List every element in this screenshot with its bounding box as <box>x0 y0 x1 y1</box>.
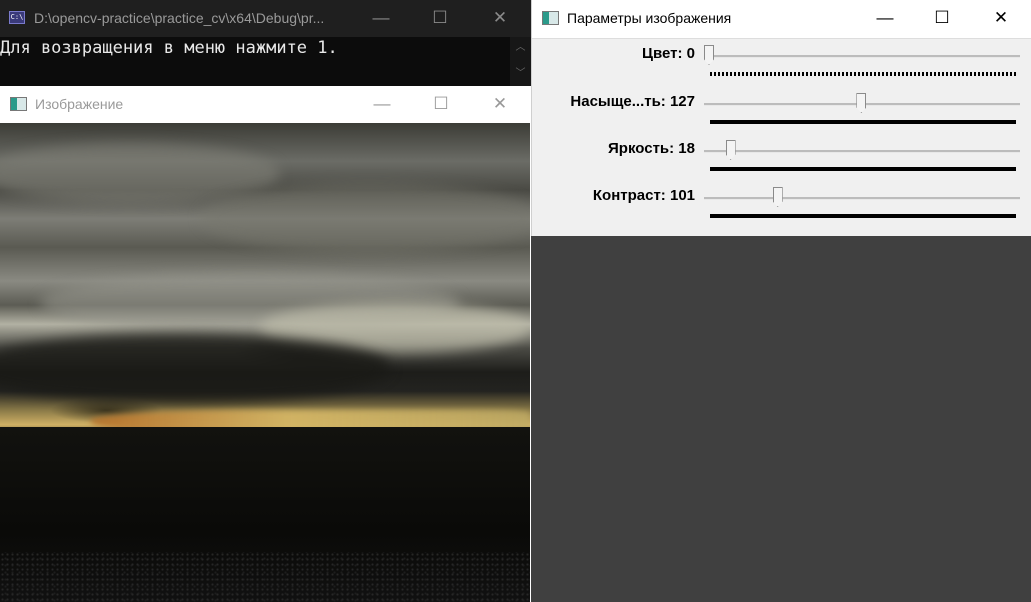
minimize-button[interactable]: — <box>372 94 392 114</box>
trackbar-label: Яркость: 18 <box>608 140 695 157</box>
opencv-window-icon <box>542 11 559 25</box>
cloud-shape <box>0 143 280 203</box>
trackbar-saturation[interactable]: Насыще...ть: 127 <box>532 86 1031 132</box>
trackbar-track[interactable] <box>704 150 1020 153</box>
trackbar-label: Насыще...ть: 127 <box>570 93 695 110</box>
image-window[interactable]: Изображение — ☐ ✕ <box>0 86 531 602</box>
trackbar-hue[interactable]: Цвет: 0 <box>532 38 1031 84</box>
trackbar-track[interactable] <box>704 55 1020 58</box>
params-window-title: Параметры изображения <box>567 10 732 26</box>
params-window[interactable]: Параметры изображения — ☐ ✕ Цвет: 0 Насы… <box>531 0 1031 236</box>
close-button[interactable]: ✕ <box>490 94 510 114</box>
scroll-up-icon[interactable]: ︿ <box>510 41 531 55</box>
close-button[interactable]: ✕ <box>490 8 510 28</box>
maximize-button[interactable]: ☐ <box>932 8 952 28</box>
trackbar-ticks <box>710 120 1016 124</box>
image-window-titlebar[interactable]: Изображение — ☐ ✕ <box>0 86 531 123</box>
image-window-title: Изображение <box>35 96 124 112</box>
trackbar-label: Контраст: 101 <box>592 187 695 204</box>
console-titlebar[interactable]: C:\ D:\opencv-practice\practice_cv\x64\D… <box>0 0 531 37</box>
trackbar-ticks <box>710 167 1016 171</box>
trackbar-label: Цвет: 0 <box>642 45 695 62</box>
maximize-button[interactable]: ☐ <box>430 8 450 28</box>
scroll-down-icon[interactable]: ﹀ <box>510 67 531 81</box>
trackbar-brightness[interactable]: Яркость: 18 <box>532 133 1031 179</box>
cloud-shape <box>200 183 530 253</box>
minimize-button[interactable]: — <box>371 8 391 28</box>
opencv-window-icon <box>10 97 27 111</box>
trackbar-track[interactable] <box>704 197 1020 200</box>
trackbar-contrast[interactable]: Контраст: 101 <box>532 180 1031 226</box>
cloud-shape <box>0 333 390 403</box>
console-output: Для возвращения в меню нажмите 1. <box>0 38 338 58</box>
maximize-button[interactable]: ☐ <box>431 94 451 114</box>
console-scrollbar[interactable]: ︿ ﹀ <box>510 37 531 86</box>
close-button[interactable]: ✕ <box>991 8 1011 28</box>
ground-texture <box>0 552 530 602</box>
console-icon: C:\ <box>9 11 25 24</box>
image-canvas[interactable] <box>0 123 530 602</box>
trackbar-thumb[interactable] <box>704 45 714 65</box>
console-title: D:\opencv-practice\practice_cv\x64\Debug… <box>34 10 325 26</box>
desktop: C:\ D:\opencv-practice\practice_cv\x64\D… <box>0 0 1031 602</box>
trackbar-thumb[interactable] <box>772 187 783 207</box>
trackbar-ticks <box>710 214 1016 218</box>
console-window[interactable]: C:\ D:\opencv-practice\practice_cv\x64\D… <box>0 0 531 86</box>
trackbar-thumb[interactable] <box>725 140 736 160</box>
minimize-button[interactable]: — <box>875 8 895 28</box>
trackbar-thumb[interactable] <box>856 93 867 113</box>
trackbar-ticks <box>710 72 1016 76</box>
params-window-titlebar[interactable]: Параметры изображения — ☐ ✕ <box>532 0 1031 39</box>
